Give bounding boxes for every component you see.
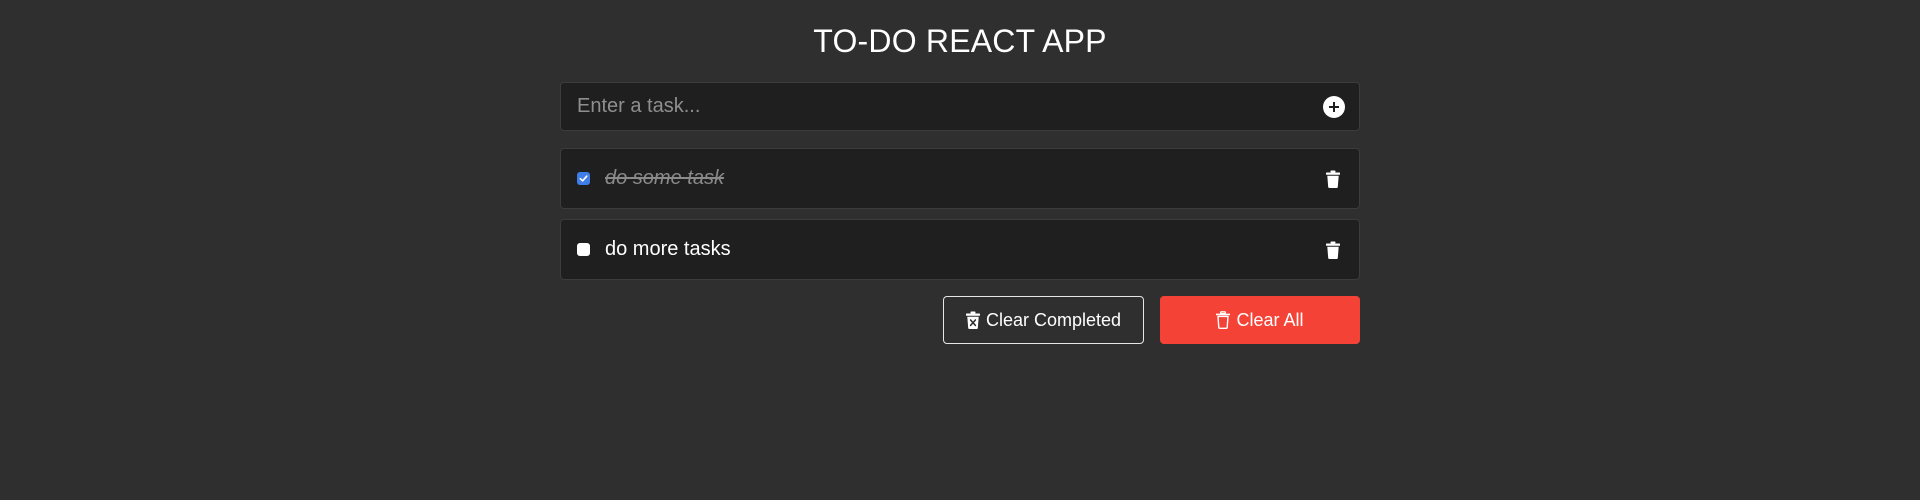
clear-completed-label: Clear Completed	[985, 309, 1122, 330]
clear-all-button[interactable]: Clear All	[1160, 296, 1360, 344]
plus-circle-icon	[1329, 101, 1339, 112]
task-item: do more tasks	[560, 219, 1360, 280]
task-text: do some task	[605, 167, 724, 189]
trash-icon	[1326, 241, 1340, 259]
todo-app: TO-DO REACT APP do some task	[560, 0, 1360, 344]
check-icon	[579, 175, 588, 182]
task-list: do some task do more tasks	[560, 148, 1360, 280]
task-input[interactable]	[577, 95, 1323, 118]
task-item: do some task	[560, 148, 1360, 209]
task-input-row	[560, 82, 1360, 131]
page-title: TO-DO REACT APP	[813, 22, 1107, 59]
trash-icon	[1326, 170, 1340, 188]
add-task-button[interactable]	[1323, 95, 1345, 118]
clear-all-label: Clear All	[1236, 309, 1304, 330]
task-checkbox[interactable]	[577, 243, 590, 256]
trash-outline-icon	[1216, 311, 1231, 329]
delete-task-button[interactable]	[1323, 168, 1343, 190]
delete-task-button[interactable]	[1323, 239, 1343, 261]
task-text: do more tasks	[605, 238, 731, 260]
action-buttons: Clear Completed Clear All	[560, 296, 1360, 344]
task-checkbox[interactable]	[577, 172, 590, 185]
clear-completed-button[interactable]: Clear Completed	[943, 296, 1144, 344]
trash-x-icon	[965, 311, 980, 329]
